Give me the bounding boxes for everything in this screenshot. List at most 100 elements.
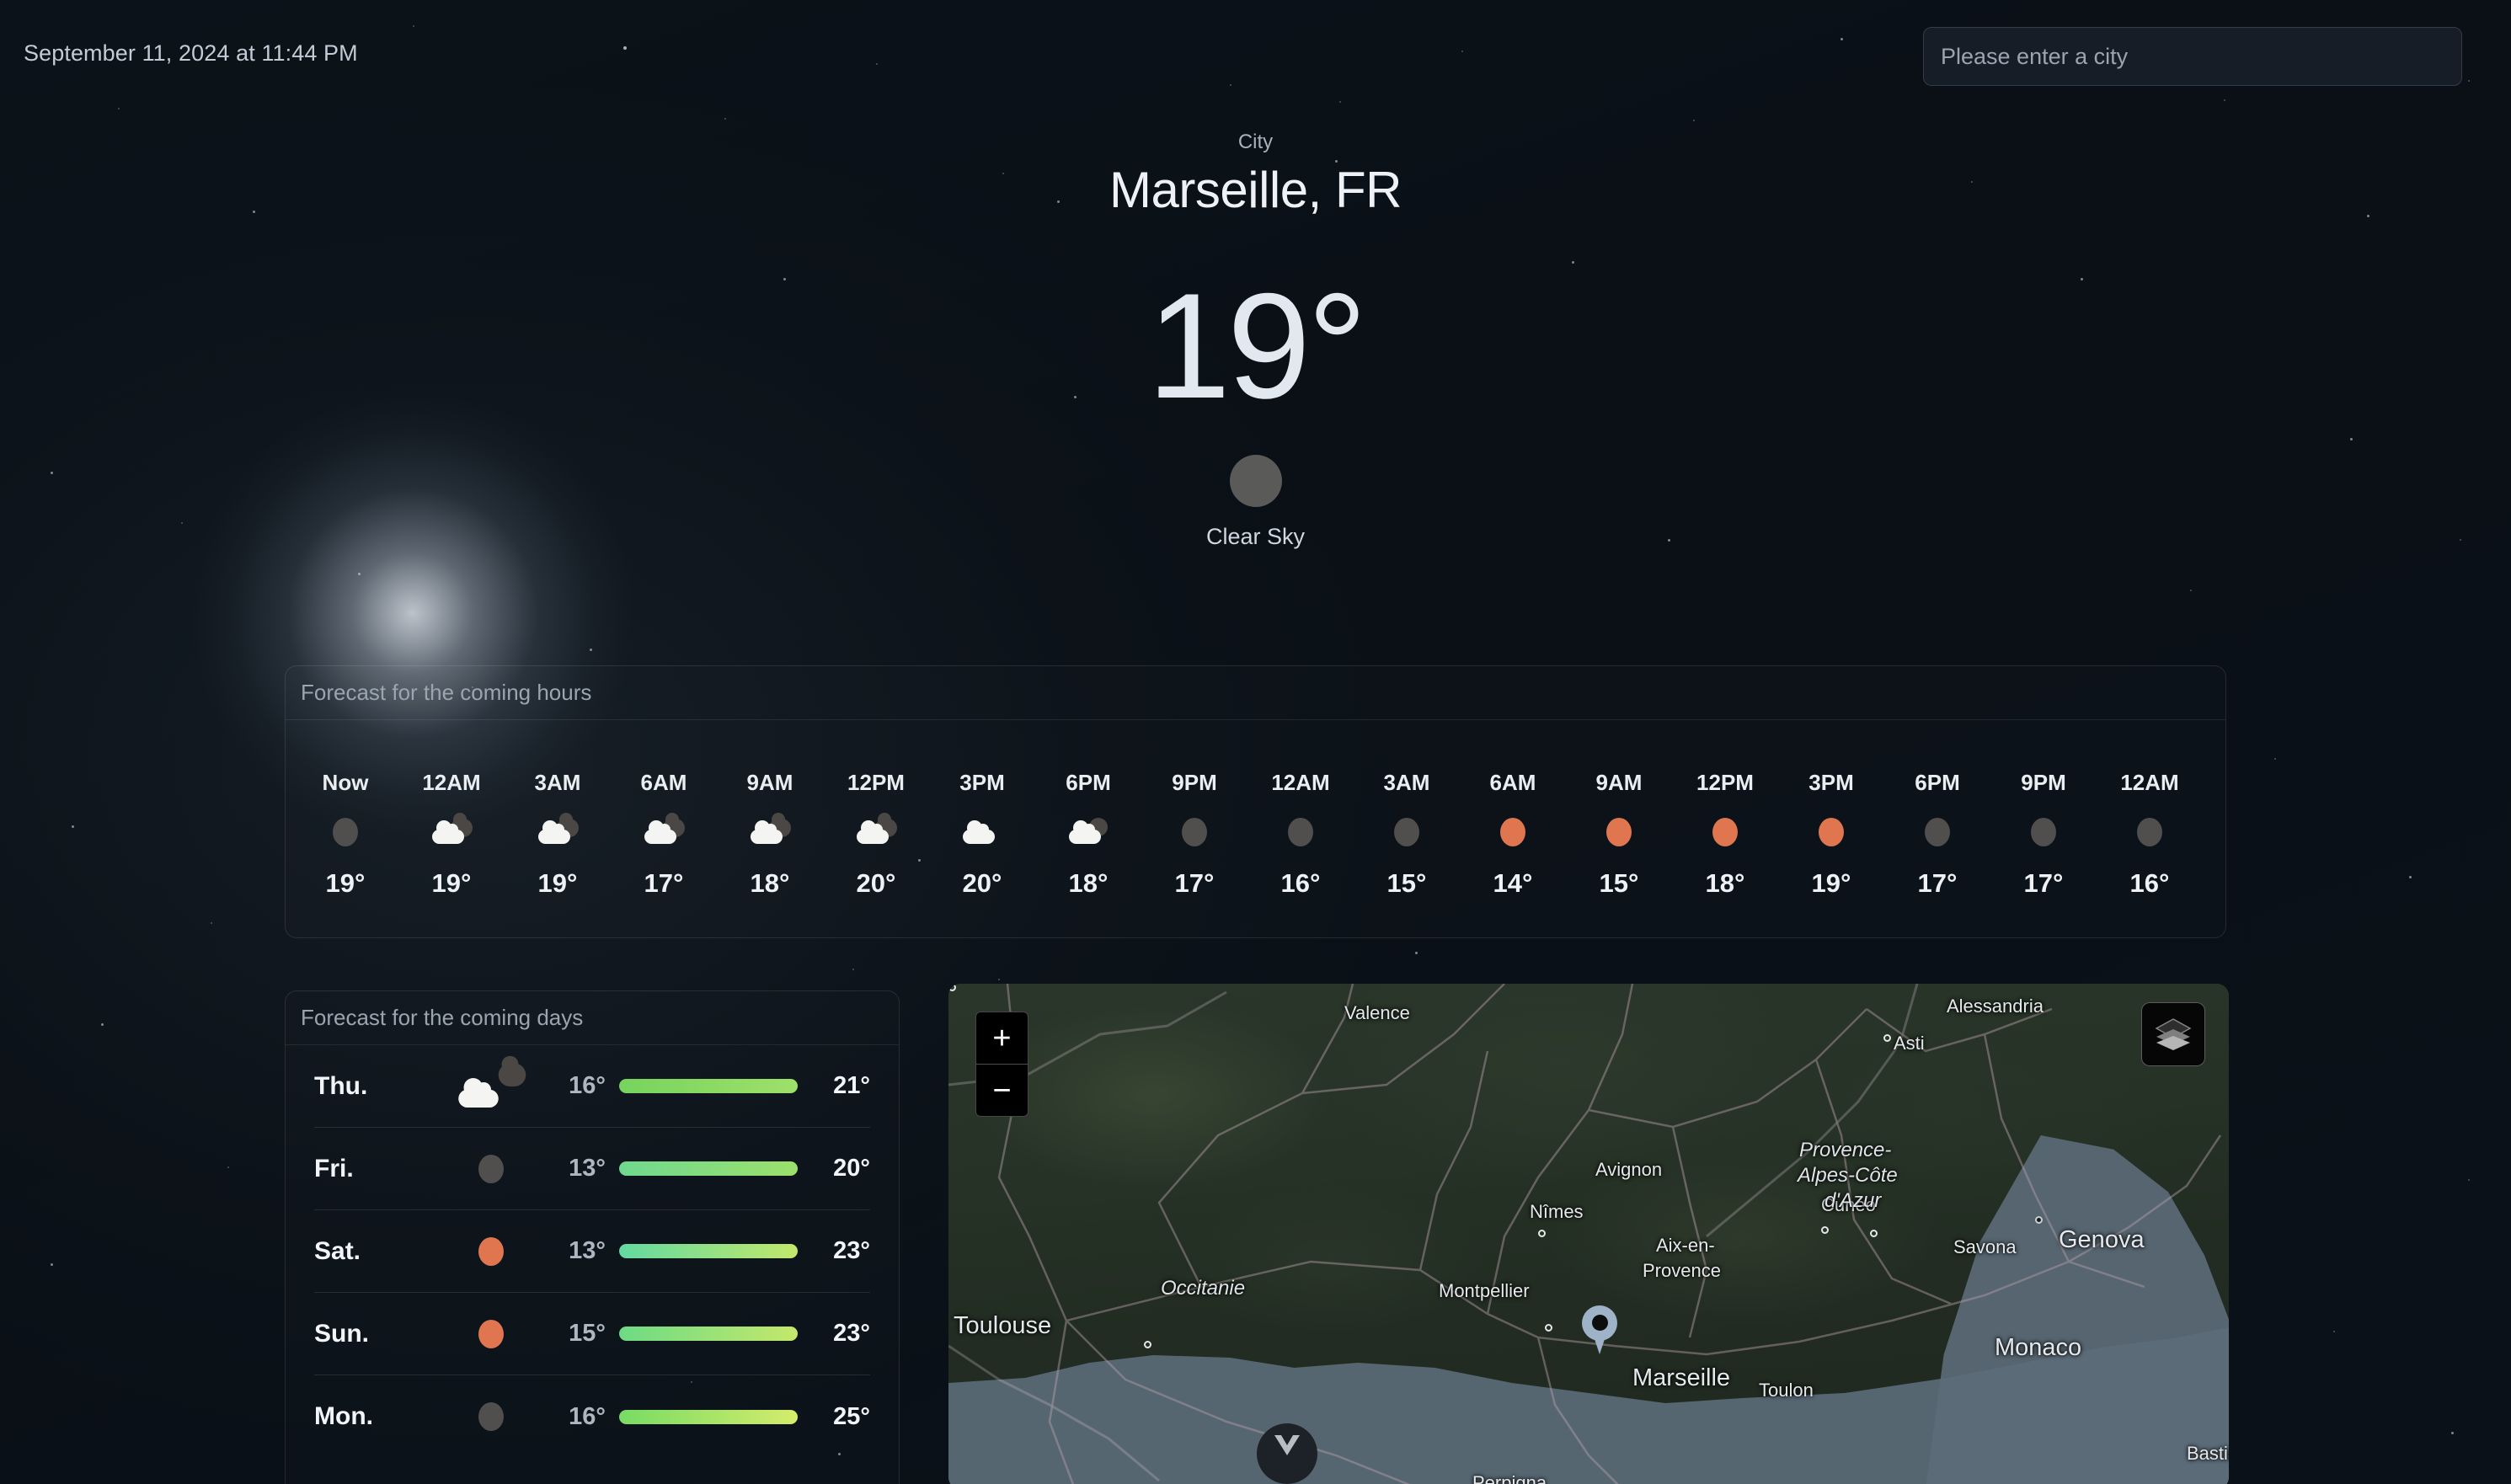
- temp-range-fill: [619, 1327, 798, 1341]
- hourly-temperature: 20°: [856, 867, 896, 898]
- hourly-forecast-item: 3AM 19°: [505, 760, 611, 899]
- daily-max-temp: 20°: [833, 1155, 870, 1182]
- hourly-weather-icon: [1394, 816, 1419, 848]
- star: [2451, 1432, 2454, 1434]
- star: [2409, 876, 2412, 878]
- daily-day-name: Fri.: [314, 1154, 354, 1182]
- moon-icon: [1229, 455, 1282, 507]
- hourly-time: 6AM: [1489, 769, 1536, 795]
- daily-temp-range-bar: [606, 1409, 811, 1424]
- city-name: Marseille, FR: [1109, 162, 1402, 218]
- daily-day-name: Sat.: [314, 1236, 361, 1265]
- hourly-temperature: 17°: [1174, 867, 1215, 898]
- weather-app: September 11, 2024 at 11:44 PM City Mars…: [0, 0, 2511, 1484]
- city-search: [1923, 27, 2462, 86]
- map-place-label: Provence-: [1799, 1139, 1892, 1161]
- map-place-label: Alessandria: [1947, 996, 2044, 1017]
- hourly-forecast-item: 9AM 18°: [717, 760, 823, 899]
- star: [358, 573, 361, 575]
- hourly-time: Now: [322, 769, 369, 795]
- map-zoom-controls[interactable]: + −: [975, 1012, 1028, 1117]
- hourly-weather-icon: [1712, 816, 1738, 848]
- zoom-out-button[interactable]: −: [976, 1065, 1028, 1116]
- hourly-time: 3PM: [1808, 769, 1854, 795]
- star: [72, 825, 74, 828]
- hourly-weather-icon: [1819, 816, 1844, 848]
- hourly-time: 3AM: [534, 769, 581, 795]
- map-place-label: Alpes-Côte: [1798, 1164, 1898, 1187]
- map-city-dot: [1144, 1341, 1151, 1348]
- map-place-label: Bastia: [2187, 1443, 2229, 1464]
- hourly-temperature: 16°: [1280, 867, 1321, 898]
- hourly-weather-icon: [1925, 816, 1950, 848]
- map-canvas[interactable]: Valence Alessandria Asti Cuneo Savona Genova P…: [948, 984, 2229, 1484]
- chevron-down-icon: [1274, 1435, 1300, 1455]
- map-city-dot: [1821, 1226, 1829, 1234]
- hourly-weather-icon: [1288, 816, 1313, 848]
- scroll-down-button[interactable]: [1257, 1423, 1317, 1484]
- hourly-time: 12AM: [1271, 769, 1330, 795]
- map-place-label: Savona: [1953, 1236, 2017, 1257]
- hourly-forecast-item: 12AM 19°: [398, 760, 505, 899]
- map-place-label: Genova: [2059, 1226, 2145, 1253]
- search-input[interactable]: [1923, 27, 2462, 86]
- daily-weather-icon: [441, 1236, 542, 1266]
- star: [998, 979, 1000, 980]
- map-place-label: Aix-en-: [1656, 1235, 1715, 1256]
- current-condition-text: Clear Sky: [1205, 524, 1306, 549]
- map-layers-button[interactable]: [2141, 1002, 2205, 1066]
- hourly-temperature: 18°: [750, 867, 790, 898]
- map-place-label: Toulon: [1759, 1380, 1814, 1401]
- star: [724, 118, 726, 120]
- star: [227, 1166, 229, 1168]
- map-place-label: Montpellier: [1439, 1280, 1530, 1301]
- current-temperature: 19°: [1146, 262, 1367, 430]
- broken-clouds-icon: [432, 812, 473, 846]
- temp-range-fill: [619, 1244, 798, 1258]
- star: [852, 969, 854, 970]
- hourly-forecast-item: 9PM 17°: [1990, 760, 2097, 899]
- hourly-weather-icon: [857, 812, 897, 848]
- map-city-dot: [1538, 1230, 1546, 1237]
- zoom-in-button[interactable]: +: [976, 1012, 1028, 1065]
- map-place-label: Occitanie: [1161, 1277, 1246, 1300]
- map-city-dot: [948, 984, 956, 991]
- daily-max-temp: 23°: [833, 1320, 870, 1347]
- hourly-temperature: 14°: [1493, 867, 1533, 898]
- hourly-forecast-scroller[interactable]: Now 19° 12AM 19° 3AM 19° 6AM 17° 9AM 18° 12PM 20° 3P…: [286, 720, 2225, 937]
- daily-min-temp: 15°: [569, 1320, 606, 1347]
- hourly-forecast-item: 9PM 17°: [1141, 760, 1247, 899]
- sun-icon: [1606, 817, 1632, 846]
- star: [211, 922, 212, 924]
- sun-icon: [1819, 817, 1844, 846]
- star: [590, 649, 592, 651]
- broken-clouds-icon: [751, 812, 791, 846]
- hourly-temperature: 18°: [1705, 867, 1745, 898]
- hourly-time: 3PM: [959, 769, 1005, 795]
- map-city-dot: [2035, 1216, 2043, 1224]
- daily-temp-range-bar: [606, 1079, 811, 1093]
- moon-icon: [478, 1402, 504, 1431]
- hourly-weather-icon: [1069, 816, 1108, 848]
- broken-clouds-icon: [458, 1055, 526, 1109]
- hourly-weather-icon: [2031, 816, 2056, 848]
- map-place-label: Valence: [1344, 1002, 1410, 1023]
- sun-icon: [1712, 817, 1738, 846]
- hourly-forecast-item: 9AM 15°: [1566, 760, 1672, 899]
- hourly-temperature: 19°: [1811, 867, 1851, 898]
- hourly-time: 3AM: [1383, 769, 1430, 795]
- hourly-weather-icon: [333, 816, 358, 848]
- daily-temp-range-bar: [606, 1161, 811, 1176]
- sun-icon: [478, 1319, 504, 1348]
- hourly-forecast-item: 12AM 16°: [2097, 760, 2203, 899]
- hourly-forecast-item: 12PM 20°: [823, 760, 929, 899]
- hourly-forecast-item: 12AM 16°: [1247, 760, 1354, 899]
- current-conditions: City Marseille, FR 19° Clear Sky: [0, 131, 2511, 550]
- hourly-weather-icon: [1182, 816, 1207, 848]
- hourly-forecast-item: 6PM 17°: [1884, 760, 1990, 899]
- current-datetime: September 11, 2024 at 11:44 PM: [24, 40, 358, 66]
- daily-forecast-title: Forecast for the coming days: [286, 991, 899, 1045]
- map-panel[interactable]: Valence Alessandria Asti Cuneo Savona Genova P…: [948, 984, 2229, 1484]
- hourly-time: 6AM: [640, 769, 687, 795]
- daily-min-temp: 16°: [569, 1402, 606, 1430]
